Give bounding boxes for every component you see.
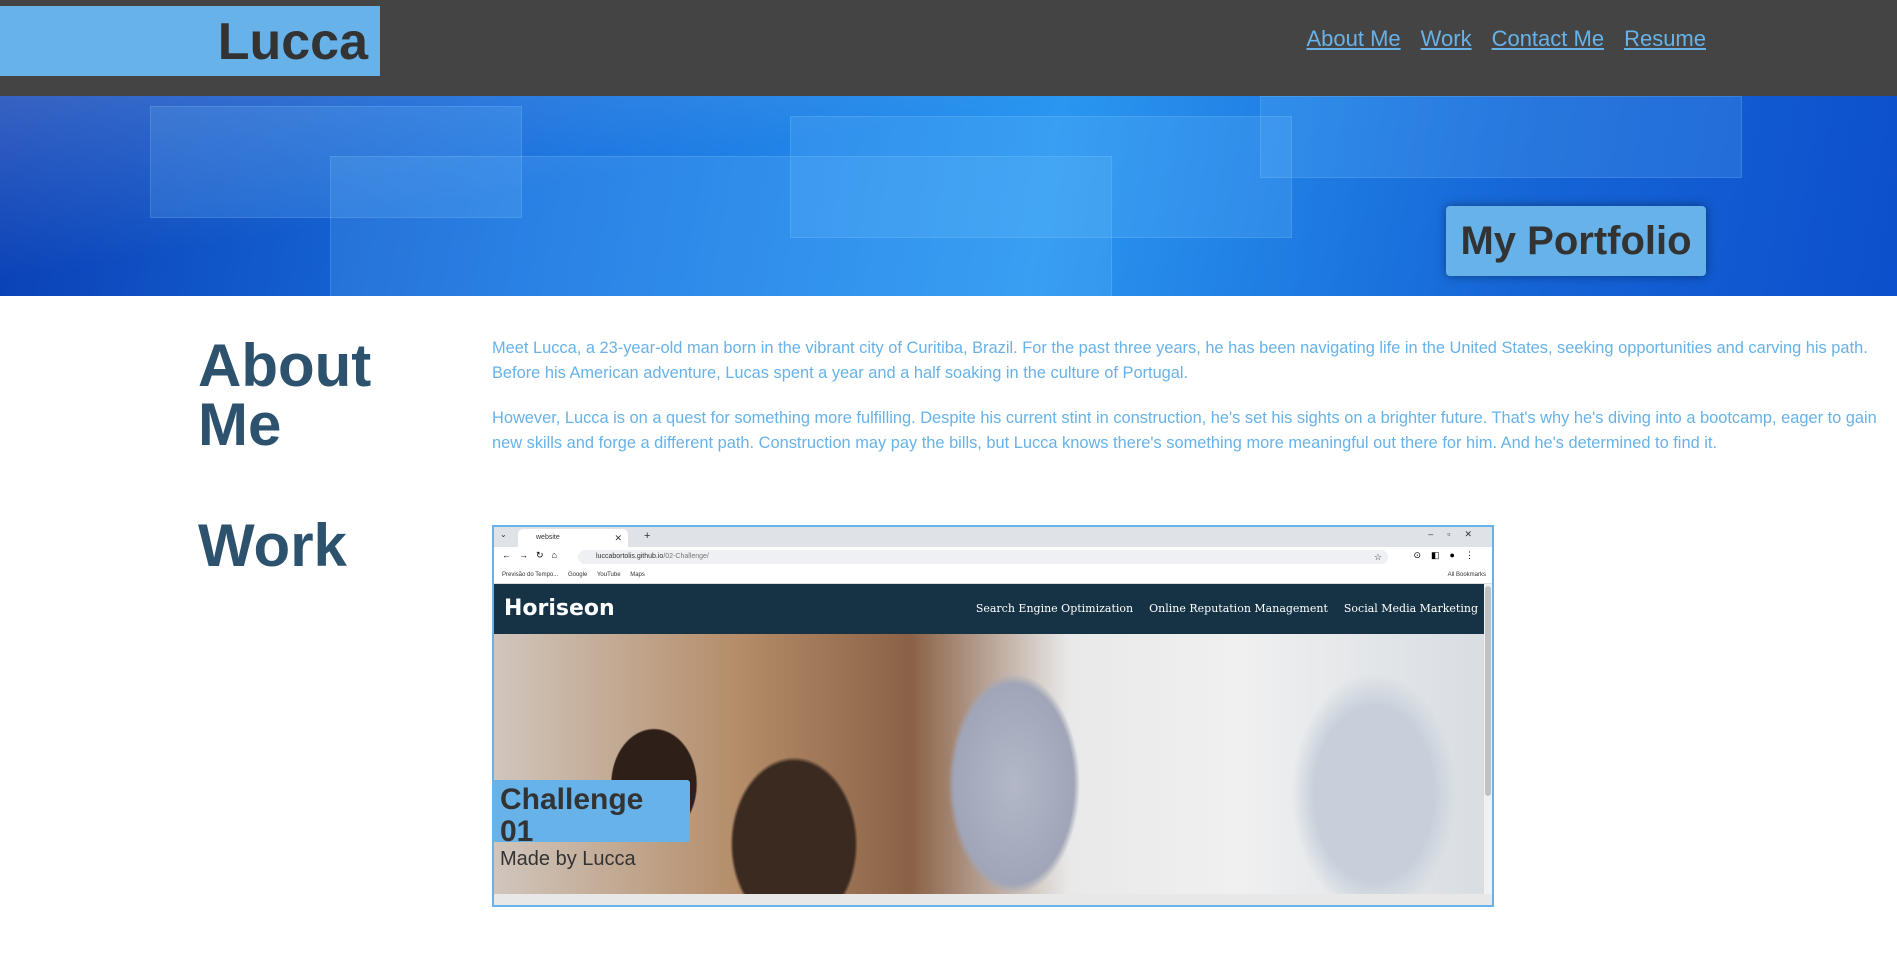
scroll-thumb [1485, 586, 1491, 796]
bookmark-item: Maps [630, 572, 645, 578]
about-paragraph: Meet Lucca, a 23-year-old man born in th… [492, 339, 1868, 382]
bookmark-item: YouTube [596, 572, 621, 578]
star-icon: ☆ [1373, 552, 1382, 562]
horiseon-link: Online Reputation Management [1149, 602, 1328, 615]
close-icon: ✕ [614, 533, 622, 543]
nav-link-resume[interactable]: Resume [1624, 26, 1706, 52]
about-me-heading-text: About Me [198, 332, 372, 458]
hero-panel [1260, 96, 1742, 178]
bookmark-item: Previsão do Tempo... [502, 572, 559, 578]
navigation-icons: ←→↻⌂ [502, 550, 565, 560]
hero-banner: My Portfolio [0, 96, 1897, 296]
horiseon-link: Social Media Marketing [1343, 602, 1478, 615]
browser-toolbar: ←→↻⌂ luccabortolis.github.io/02-Challeng… [494, 547, 1492, 567]
nav-link-work[interactable]: Work [1421, 26, 1472, 52]
project-label: Challenge 01 Made by Lucca [494, 780, 690, 870]
browser-tab: website ✕ [518, 529, 628, 547]
hero-panel [790, 116, 1292, 238]
url-bar: luccabortolis.github.io/02-Challenge/ ☆ [578, 550, 1388, 564]
horiseon-links: Search Engine Optimization Online Reputa… [976, 602, 1478, 615]
browser-tab-strip: ⌄ website ✕ + –▫✕ [494, 527, 1492, 547]
portfolio-badge: My Portfolio [1446, 206, 1706, 276]
site-header: Lucca About Me Work Contact Me Resume [0, 0, 1897, 96]
project-title: Challenge 01 [500, 783, 644, 848]
tab-title: website [536, 534, 560, 541]
all-bookmarks: All Bookmarks [1447, 572, 1486, 578]
project-screenshot: Horiseon Search Engine Optimization Onli… [494, 584, 1492, 894]
horiseon-nav: Horiseon Search Engine Optimization Onli… [494, 584, 1492, 634]
plus-icon: + [644, 530, 651, 542]
logo-box: Lucca [0, 6, 380, 76]
project-card[interactable]: ⌄ website ✕ + –▫✕ ←→↻⌂ luccabortolis.git… [492, 525, 1494, 907]
url-host: luccabortolis.github.io [596, 553, 664, 560]
window-controls-icon: –▫✕ [1428, 529, 1486, 539]
work-heading: Work [198, 512, 347, 579]
about-me-text: Meet Lucca, a 23-year-old man born in th… [492, 336, 1892, 476]
horiseon-link: Search Engine Optimization [975, 602, 1134, 615]
nav-link-contact-me[interactable]: Contact Me [1492, 26, 1605, 52]
horiseon-logo: Horiseon [504, 596, 615, 621]
extension-icons: ⊙◧●⋮ [1413, 550, 1484, 560]
bookmarks-bar: Previsão do Tempo... Google YouTube Maps… [494, 567, 1492, 584]
tab-list-icon: ⌄ [500, 530, 507, 539]
about-paragraph: However, Lucca is on a quest for somethi… [492, 409, 1877, 452]
bookmark-item: Google [567, 572, 588, 578]
screenshot-scrollbar [1484, 584, 1492, 894]
nav-link-about-me[interactable]: About Me [1306, 26, 1400, 52]
main-nav: About Me Work Contact Me Resume [1306, 26, 1706, 52]
url-path: /02-Challenge/ [663, 553, 709, 560]
project-subtitle: Made by Lucca [500, 848, 636, 870]
about-me-heading: About Me [198, 332, 398, 458]
site-logo: Lucca [217, 13, 368, 71]
